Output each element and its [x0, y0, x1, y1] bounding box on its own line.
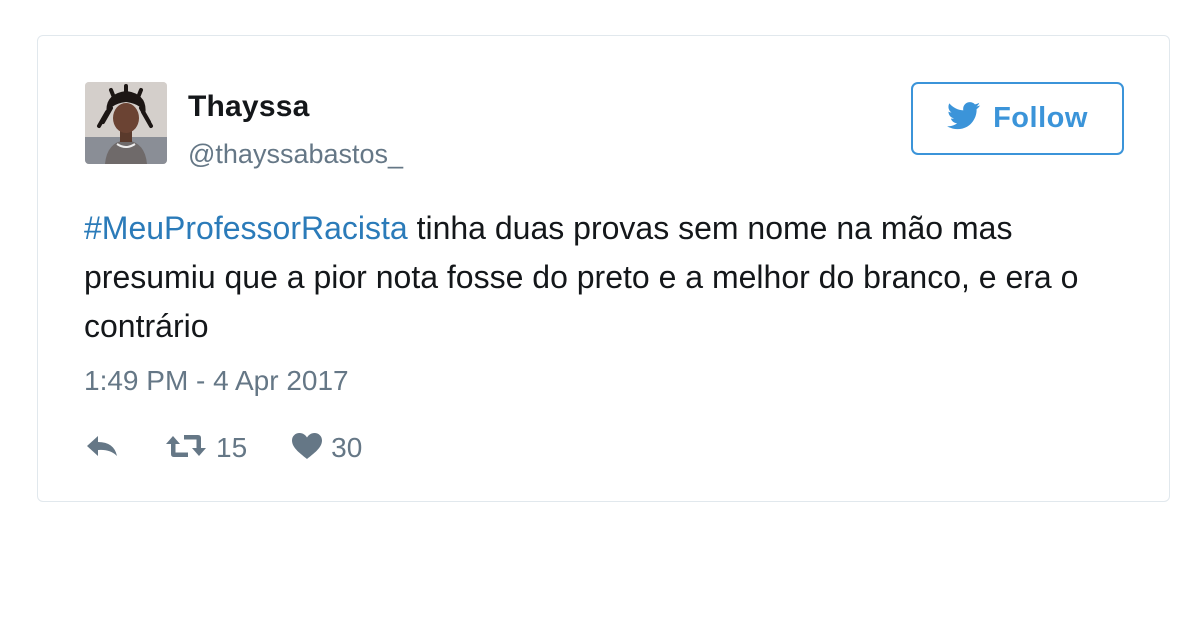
reply-icon — [84, 433, 120, 464]
user-handle[interactable]: @thayssabastos_ — [188, 139, 403, 170]
tweet-text: #MeuProfessorRacista tinha duas provas s… — [84, 204, 1084, 351]
profile-photo-icon — [85, 82, 167, 164]
like-count: 30 — [331, 432, 363, 463]
hashtag-link[interactable]: #MeuProfessorRacista — [84, 210, 408, 246]
heart-icon — [291, 432, 323, 465]
display-name[interactable]: Thayssa — [188, 90, 309, 124]
like-button[interactable]: 30 — [291, 432, 362, 465]
tweet-card: Thayssa @thayssabastos_ Follow #MeuProfe… — [37, 35, 1170, 502]
retweet-icon — [164, 432, 208, 465]
retweet-count: 15 — [216, 432, 248, 463]
follow-button[interactable]: Follow — [911, 82, 1124, 155]
retweet-button[interactable]: 15 — [164, 432, 247, 465]
twitter-bird-icon — [947, 102, 981, 135]
avatar[interactable] — [85, 82, 167, 164]
tweet-actions: 15 30 — [84, 428, 362, 468]
follow-label: Follow — [993, 102, 1088, 134]
reply-button[interactable] — [84, 433, 120, 464]
tweet-timestamp[interactable]: 1:49 PM - 4 Apr 2017 — [84, 365, 349, 397]
